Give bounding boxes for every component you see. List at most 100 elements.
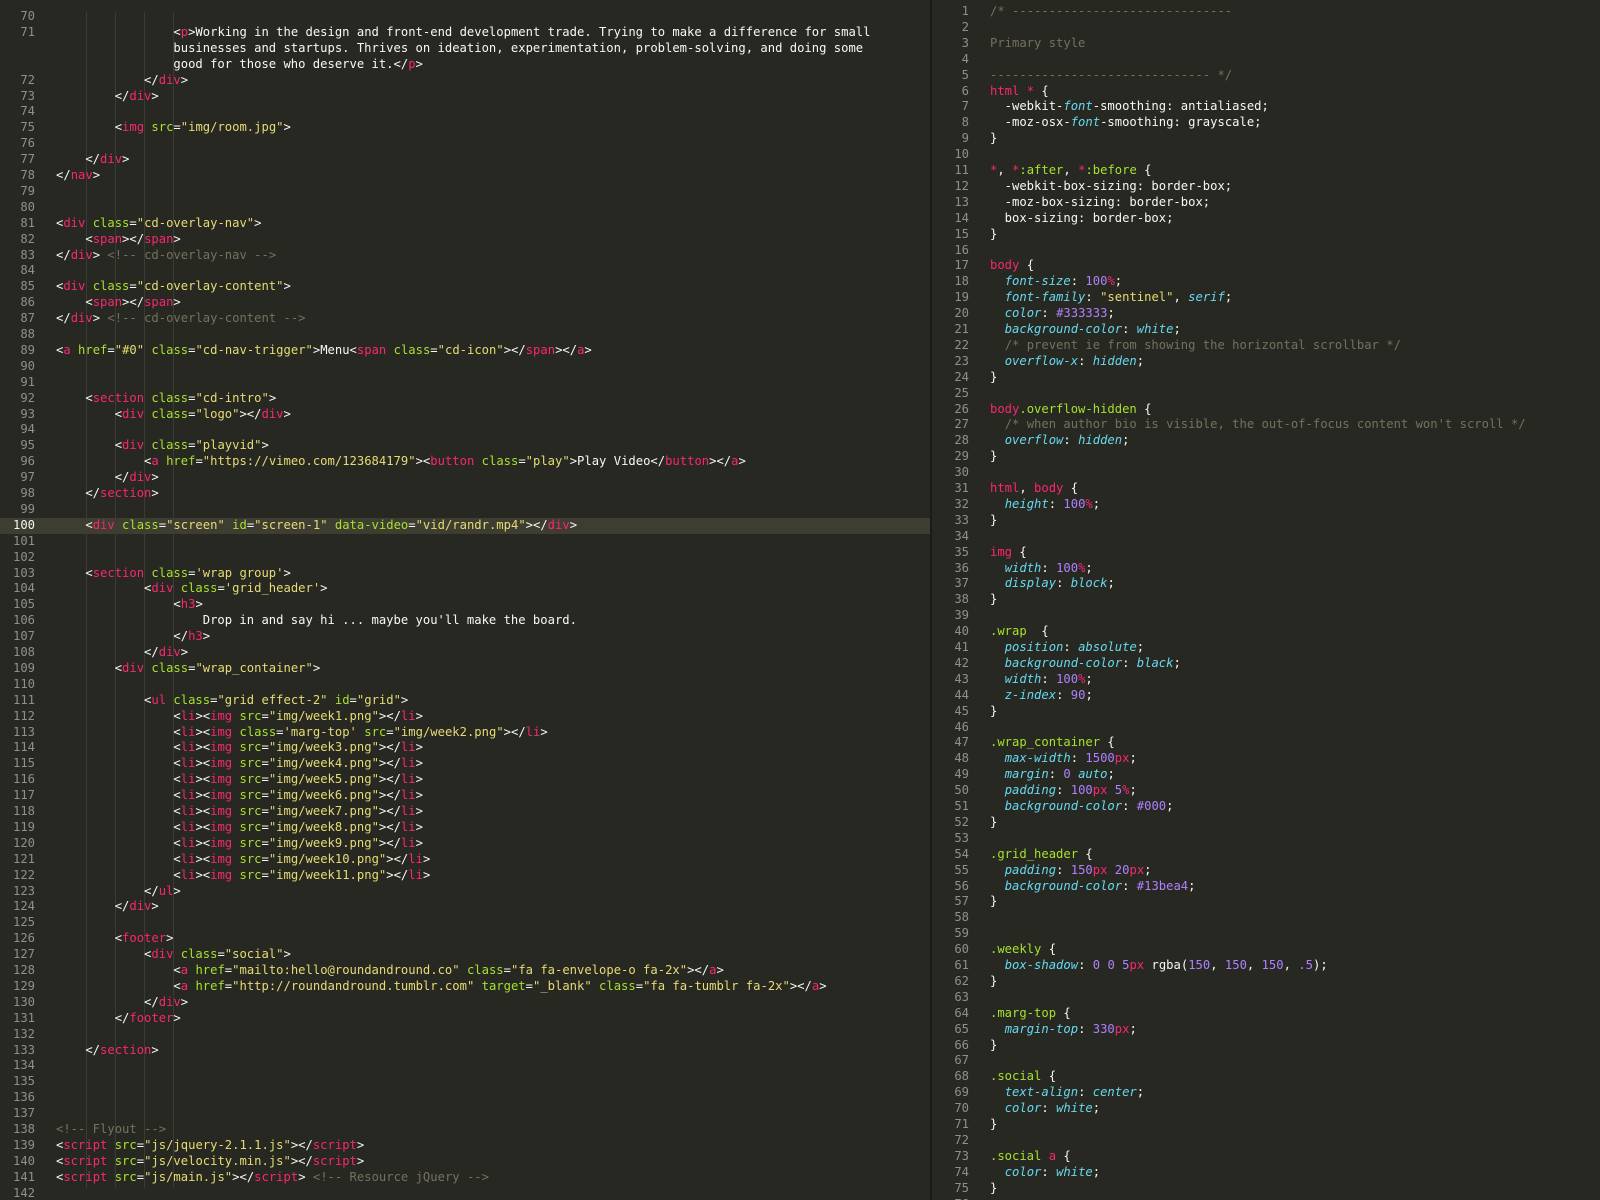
code-line[interactable]: 74 xyxy=(0,104,930,120)
code-line[interactable]: 140 <script src="js/velocity.min.js"></sc… xyxy=(0,1154,930,1170)
code-text[interactable]: </section> xyxy=(56,1043,158,1059)
line-number[interactable]: 89 xyxy=(0,343,35,359)
code-text[interactable]: width: 100%; xyxy=(990,561,1093,577)
code-text[interactable]: <div class="screen" id="screen-1" data-v… xyxy=(56,518,577,534)
code-line[interactable]: 32 height: 100%; xyxy=(932,497,1600,513)
code-line[interactable]: 68 .social { xyxy=(932,1069,1600,1085)
code-text[interactable]: <a href="https://vimeo.com/123684179"><b… xyxy=(56,454,746,470)
code-line[interactable]: 3 Primary style xyxy=(932,36,1600,52)
code-line[interactable]: 33} xyxy=(932,513,1600,529)
line-number[interactable]: 8 xyxy=(932,115,969,131)
line-number[interactable]: 77 xyxy=(0,152,35,168)
code-text[interactable]: /* ------------------------------ xyxy=(990,4,1232,20)
code-text[interactable]: <li><img src="img/week10.png"></li> xyxy=(56,852,430,868)
code-text[interactable]: </footer> xyxy=(56,1011,181,1027)
line-number[interactable]: 91 xyxy=(0,375,35,391)
code-line[interactable]: 128 <a href = "mailto:hello@roundandround.… xyxy=(0,963,930,979)
line-number[interactable]: 130 xyxy=(0,995,35,1011)
line-number[interactable]: 125 xyxy=(0,915,35,931)
line-number[interactable]: 101 xyxy=(0,534,35,550)
line-number[interactable]: 103 xyxy=(0,566,35,582)
line-number[interactable]: 79 xyxy=(0,184,35,200)
code-line[interactable]: 43 width: 100%; xyxy=(932,672,1600,688)
line-number[interactable]: 74 xyxy=(932,1165,969,1181)
line-number[interactable]: 24 xyxy=(932,370,969,386)
code-line[interactable]: 50 padding: 100px 5%; xyxy=(932,783,1600,799)
code-line[interactable]: 67 xyxy=(932,1053,1600,1069)
line-number[interactable]: 138 xyxy=(0,1122,35,1138)
code-line[interactable]: 111 <ul class="grid effect-2" id="grid"> xyxy=(0,693,930,709)
code-text[interactable]: </div> xyxy=(56,645,188,661)
code-line[interactable]: 116 <li><img src="img/week5.png"></li> xyxy=(0,772,930,788)
line-number[interactable]: 21 xyxy=(932,322,969,338)
code-text[interactable]: <li><img src="img/week8.png"></li> xyxy=(56,820,423,836)
code-line[interactable]: 9} xyxy=(932,131,1600,147)
line-number[interactable]: 47 xyxy=(932,735,969,751)
line-number[interactable]: 122 xyxy=(0,868,35,884)
code-line[interactable]: 16 xyxy=(932,243,1600,259)
code-text[interactable]: overflow-x: hidden; xyxy=(990,354,1144,370)
code-line[interactable]: 78 </nav> xyxy=(0,168,930,184)
line-number[interactable]: 33 xyxy=(932,513,969,529)
line-number[interactable]: 83 xyxy=(0,248,35,264)
code-text[interactable]: overflow: hidden; xyxy=(990,433,1130,449)
code-text[interactable]: color: white; xyxy=(990,1165,1100,1181)
code-line[interactable]: 74 color: white; xyxy=(932,1165,1600,1181)
code-line[interactable]: 85 <div class="cd-overlay-content"> xyxy=(0,279,930,295)
code-text[interactable]: display: block; xyxy=(990,576,1115,592)
code-line[interactable]: 91 xyxy=(0,375,930,391)
line-number[interactable]: 75 xyxy=(932,1181,969,1197)
code-text[interactable]: businesses and startups. Thrives on idea… xyxy=(56,41,863,57)
code-line[interactable]: 44 z-index: 90; xyxy=(932,688,1600,704)
line-number[interactable]: 45 xyxy=(932,704,969,720)
code-line[interactable]: 134 xyxy=(0,1058,930,1074)
code-text[interactable]: <div class="logo"></div> xyxy=(56,407,291,423)
code-text[interactable]: .wrap_container { xyxy=(990,735,1115,751)
code-line[interactable]: 133 </section> xyxy=(0,1043,930,1059)
line-number[interactable]: 139 xyxy=(0,1138,35,1154)
code-line[interactable]: 135 xyxy=(0,1074,930,1090)
code-text[interactable]: position: absolute; xyxy=(990,640,1144,656)
code-line[interactable]: 75} xyxy=(932,1181,1600,1197)
line-number[interactable]: 87 xyxy=(0,311,35,327)
code-text[interactable]: background-color: white; xyxy=(990,322,1181,338)
code-text[interactable]: img { xyxy=(990,545,1027,561)
code-text[interactable]: <div class="cd-overlay-nav"> xyxy=(56,216,261,232)
code-text[interactable]: background-color: black; xyxy=(990,656,1181,672)
code-text[interactable]: body { xyxy=(990,258,1034,274)
code-line[interactable]: 27 /* when author bio is visible, the ou… xyxy=(932,417,1600,433)
line-number[interactable]: 10 xyxy=(932,147,969,163)
code-line[interactable]: 117 <li><img src="img/week6.png"></li> xyxy=(0,788,930,804)
line-number[interactable]: 16 xyxy=(932,243,969,259)
code-line[interactable]: 71} xyxy=(932,1117,1600,1133)
line-number[interactable]: 84 xyxy=(0,263,35,279)
code-line[interactable]: 70 xyxy=(0,9,930,25)
code-line[interactable]: 112 <li><img src="img/week1.png"></li> xyxy=(0,709,930,725)
code-line[interactable]: 53 xyxy=(932,831,1600,847)
line-number[interactable]: 92 xyxy=(0,391,35,407)
code-line[interactable]: 88 xyxy=(0,327,930,343)
code-text[interactable]: *, *:after, *:before { xyxy=(990,163,1152,179)
code-line[interactable]: 35 img { xyxy=(932,545,1600,561)
code-text[interactable]: <!-- Flyout --> xyxy=(56,1122,166,1138)
code-line[interactable]: 63 xyxy=(932,990,1600,1006)
code-line[interactable]: 57} xyxy=(932,894,1600,910)
line-number[interactable]: 42 xyxy=(932,656,969,672)
code-line[interactable]: 101 xyxy=(0,534,930,550)
line-number[interactable]: 124 xyxy=(0,899,35,915)
line-number[interactable]: 65 xyxy=(932,1022,969,1038)
code-line[interactable]: 94 xyxy=(0,422,930,438)
code-line[interactable]: 142 xyxy=(0,1186,930,1200)
code-text[interactable]: <ul class="grid effect-2" id="grid"> xyxy=(56,693,408,709)
line-number[interactable]: 15 xyxy=(932,227,969,243)
code-text[interactable]: </ul> xyxy=(56,884,181,900)
code-text[interactable]: <span></span> xyxy=(56,232,180,248)
code-line[interactable]: 41 position: absolute; xyxy=(932,640,1600,656)
code-line[interactable]: 121 <li><img src="img/week10.png"></li> xyxy=(0,852,930,868)
code-line[interactable]: 36 width: 100%; xyxy=(932,561,1600,577)
code-text[interactable]: </nav> xyxy=(56,168,100,184)
code-line[interactable]: 47 .wrap_container { xyxy=(932,735,1600,751)
line-number[interactable]: 133 xyxy=(0,1043,35,1059)
code-line[interactable]: 106 Drop in and say hi ... maybe you'll … xyxy=(0,613,930,629)
code-line[interactable]: 40 .wrap { xyxy=(932,624,1600,640)
